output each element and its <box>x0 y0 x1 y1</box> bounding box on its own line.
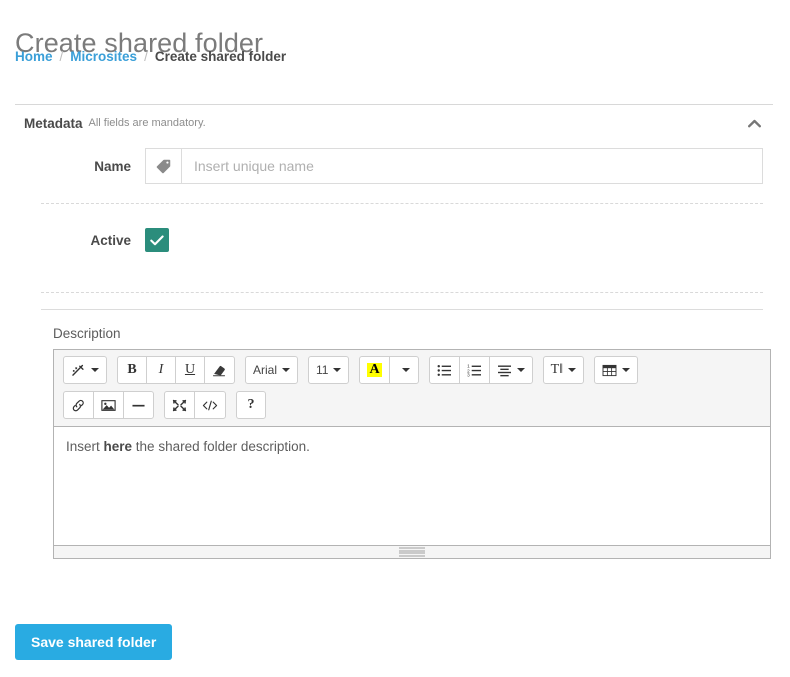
editor-toolbar-row-2: ? <box>63 391 770 419</box>
font-name-select[interactable]: Arial <box>245 356 299 384</box>
chevron-down-icon <box>333 368 342 372</box>
horizontal-rule-icon[interactable] <box>123 391 154 419</box>
create-shared-folder-page: Create shared folder Home / Microsites /… <box>0 0 790 677</box>
chevron-down-icon <box>282 368 291 372</box>
metadata-panel-subtitle: All fields are mandatory. <box>88 117 206 129</box>
font-size-value: 11 <box>316 363 329 377</box>
font-name-value: Arial <box>253 363 278 377</box>
color-dropdown[interactable] <box>388 356 419 384</box>
editor-toolbar: B I U Arial 11 A 1 2 3 T‖ ? <box>54 350 770 427</box>
ordered-list-icon[interactable]: 1 2 3 <box>458 356 490 384</box>
style-icon[interactable] <box>63 356 107 384</box>
italic-icon[interactable]: I <box>146 356 176 384</box>
editor-resize-statusbar[interactable] <box>54 545 770 558</box>
active-label: Active <box>90 232 131 248</box>
chevron-down-icon <box>516 368 525 372</box>
fullscreen-icon[interactable] <box>164 391 195 419</box>
metadata-panel: Metadata All fields are mandatory. Name <box>15 104 773 559</box>
unordered-list-icon[interactable] <box>428 356 460 384</box>
chevron-down-icon <box>91 368 99 372</box>
breadcrumb-item-home[interactable]: Home <box>15 48 53 66</box>
metadata-panel-header: Metadata All fields are mandatory. <box>15 105 773 141</box>
paragraph-align-icon[interactable] <box>488 356 533 384</box>
font-size-select[interactable]: 11 <box>308 356 350 384</box>
divider-dashed <box>41 292 763 293</box>
table-icon[interactable] <box>594 356 639 384</box>
name-input-group <box>145 148 763 184</box>
divider-solid <box>41 309 763 310</box>
clear-format-icon[interactable] <box>204 356 235 384</box>
name-form-row: Name <box>15 141 773 187</box>
breadcrumb-item-current: Create shared folder <box>154 49 287 64</box>
table-group <box>594 356 639 384</box>
breadcrumb-separator: / <box>59 49 64 64</box>
active-checkbox[interactable] <box>145 228 169 252</box>
chevron-down-icon <box>622 368 631 372</box>
editor-content[interactable]: Insert here the shared folder descriptio… <box>54 427 770 545</box>
editor-text-suffix: the shared folder description. <box>132 439 310 454</box>
breadcrumb-separator: / <box>144 49 148 64</box>
breadcrumb: Home / Microsites / Create shared folder <box>15 48 286 66</box>
chevron-down-icon <box>402 368 411 372</box>
paragraph-group: 1 2 3 <box>428 356 533 384</box>
chevron-down-icon <box>568 368 577 372</box>
name-input[interactable] <box>181 148 763 184</box>
font-name-group: Arial <box>245 356 299 384</box>
chevron-up-icon[interactable] <box>745 114 763 132</box>
tag-icon <box>145 148 181 184</box>
help-icon[interactable]: ? <box>236 391 266 419</box>
link-icon[interactable] <box>63 391 94 419</box>
description-form-row: Description B I U Arial 11 A 1 2 3 T‖ ? … <box>53 326 773 559</box>
style-group <box>63 356 107 384</box>
active-form-row: Active <box>15 204 773 276</box>
underline-icon[interactable]: U <box>175 356 205 384</box>
name-label: Name <box>94 158 131 174</box>
breadcrumb-item-microsites[interactable]: Microsites <box>70 48 137 66</box>
font-size-group: 11 <box>308 356 350 384</box>
editor-toolbar-row-1: B I U Arial 11 A 1 2 3 T‖ <box>63 356 770 384</box>
color-group: A <box>359 356 419 384</box>
resize-grip-icon <box>399 547 425 557</box>
font-style-group: B I U <box>117 356 235 384</box>
line-height-icon[interactable]: T‖ <box>542 356 585 384</box>
bold-icon[interactable]: B <box>117 356 147 384</box>
svg-text:3: 3 <box>467 372 470 376</box>
rich-text-editor: B I U Arial 11 A 1 2 3 T‖ ? Insert here … <box>53 349 771 559</box>
check-icon <box>150 234 164 245</box>
code-view-icon[interactable] <box>194 391 226 419</box>
recent-color-icon[interactable]: A <box>359 356 390 384</box>
editor-text-bold: here <box>103 439 133 454</box>
metadata-panel-title: Metadata <box>24 115 83 131</box>
description-label: Description <box>53 326 121 341</box>
help-group: ? <box>236 391 266 419</box>
insert-group <box>63 391 154 419</box>
editor-text-prefix: Insert <box>66 439 104 454</box>
save-shared-folder-button[interactable]: Save shared folder <box>15 624 173 660</box>
view-group <box>164 391 226 419</box>
picture-icon[interactable] <box>93 391 124 419</box>
line-height-group: T‖ <box>542 356 585 384</box>
